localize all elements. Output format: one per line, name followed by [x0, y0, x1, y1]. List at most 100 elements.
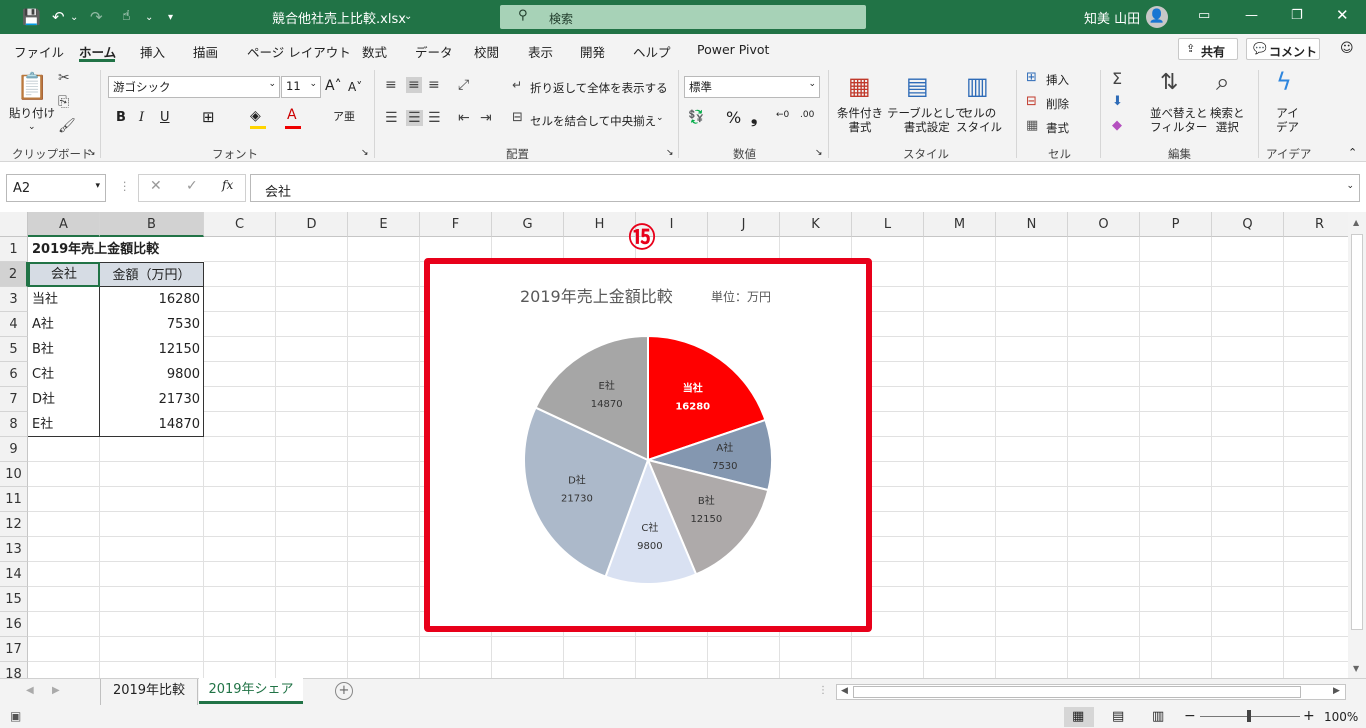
format-cells-button[interactable]: 書式 — [1046, 120, 1069, 136]
decrease-indent-icon[interactable]: ⇤ — [458, 110, 470, 126]
tab-data[interactable]: データ — [415, 42, 453, 61]
row-header[interactable]: 10 — [0, 462, 28, 487]
scroll-thumb[interactable] — [1351, 234, 1363, 630]
row-header[interactable]: 15 — [0, 587, 28, 612]
collapse-ribbon-icon[interactable]: ⌃ — [1348, 146, 1357, 159]
format-table-button[interactable]: テーブルとして 書式設定 — [887, 106, 966, 134]
cell-company[interactable]: B社 — [28, 337, 100, 362]
normal-view-icon[interactable]: ▦ — [1072, 709, 1084, 724]
tab-file[interactable]: ファイル — [14, 42, 64, 61]
row-header[interactable]: 17 — [0, 637, 28, 662]
increase-decimal-icon[interactable]: ←0 — [776, 110, 789, 120]
undo-icon[interactable]: ↶ — [52, 8, 65, 26]
cell-amount[interactable]: 14870 — [100, 412, 204, 437]
ideas-button[interactable]: アイ デア — [1276, 106, 1299, 134]
align-bottom-icon[interactable]: ≡ — [428, 77, 440, 93]
hscroll-thumb[interactable] — [853, 686, 1301, 698]
align-right-icon[interactable]: ☰ — [428, 110, 441, 126]
paste-dropdown-icon[interactable]: ⌄ — [28, 122, 36, 132]
percent-icon[interactable]: % — [726, 108, 741, 127]
column-header[interactable]: E — [348, 212, 420, 237]
font-color-icon[interactable]: A — [287, 107, 297, 123]
header-cell-company[interactable]: 会社 — [28, 262, 100, 287]
cell-amount[interactable]: 12150 — [100, 337, 204, 362]
tab-help[interactable]: ヘルプ — [633, 42, 671, 61]
name-box[interactable]: A2 ▾ — [6, 174, 106, 202]
chevron-down-icon[interactable]: ⌄ — [656, 113, 664, 123]
next-sheet-icon[interactable]: ▶ — [52, 685, 60, 696]
column-header[interactable]: Q — [1212, 212, 1284, 237]
user-name[interactable]: 知美 山田 — [1084, 8, 1140, 27]
column-header[interactable]: R — [1284, 212, 1348, 237]
font-name-select[interactable]: 游ゴシック ⌄ — [108, 76, 280, 98]
decrease-font-icon[interactable]: A˅ — [348, 80, 362, 94]
sort-filter-button[interactable]: 並べ替えと フィルター — [1150, 106, 1208, 134]
prev-sheet-icon[interactable]: ◀ — [26, 685, 34, 696]
cell-company[interactable]: E社 — [28, 412, 100, 437]
customize-qat-icon[interactable]: ▾ — [168, 12, 173, 23]
search-box[interactable]: ⚲ 検索 — [500, 5, 866, 29]
insert-cells-icon[interactable]: ⊞ — [1026, 70, 1037, 85]
row-header[interactable]: 16 — [0, 612, 28, 637]
header-cell-amount[interactable]: 金額（万円） — [100, 262, 204, 287]
add-sheet-icon[interactable]: + — [335, 682, 353, 700]
column-header[interactable]: P — [1140, 212, 1212, 237]
insert-function-icon[interactable]: fx — [222, 178, 233, 192]
row-header[interactable]: 7 — [0, 387, 28, 412]
row-header[interactable]: 18 — [0, 662, 28, 678]
pie-chart[interactable]: 当社 16280 A社 7530 B社 12150 C社 9800 D社 21730 E社 14870… — [424, 258, 872, 632]
tab-formulas[interactable]: 数式 — [362, 42, 387, 61]
alignment-launcher-icon[interactable]: ↘ — [666, 148, 674, 158]
cell-company[interactable]: 当社 — [28, 287, 100, 312]
tab-page-layout[interactable]: ページ レイアウト — [247, 42, 351, 61]
find-select-button[interactable]: 検索と 選択 — [1210, 106, 1245, 134]
tab-split-handle-icon[interactable]: ⋮ — [818, 685, 828, 696]
row-header[interactable]: 11 — [0, 487, 28, 512]
format-cells-icon[interactable]: ▦ — [1026, 118, 1038, 133]
ideas-icon[interactable]: ϟ — [1276, 68, 1292, 96]
save-icon[interactable]: 💾 — [22, 8, 41, 26]
paste-button[interactable]: 貼り付け — [9, 106, 55, 120]
cancel-icon[interactable]: ✕ — [150, 178, 162, 194]
increase-indent-icon[interactable]: ⇥ — [480, 110, 492, 126]
paste-icon[interactable]: 📋 — [16, 72, 48, 102]
tab-insert[interactable]: 挿入 — [140, 42, 165, 61]
bold-icon[interactable]: B — [116, 110, 126, 125]
enter-icon[interactable]: ✓ — [186, 178, 198, 194]
page-break-view-icon[interactable]: ▥ — [1152, 709, 1164, 724]
chart-subtitle[interactable]: 単位：万円 — [711, 289, 771, 304]
format-painter-icon[interactable]: 🖌 — [58, 118, 76, 134]
align-top-icon[interactable]: ≡ — [385, 77, 397, 93]
cell-amount[interactable]: 21730 — [100, 387, 204, 412]
minimize-icon[interactable]: — — [1245, 8, 1258, 23]
cell-amount[interactable]: 7530 — [100, 312, 204, 337]
column-header[interactable]: L — [852, 212, 924, 237]
ribbon-display-icon[interactable]: ▭ — [1198, 8, 1210, 23]
column-header[interactable]: B — [100, 212, 204, 237]
number-launcher-icon[interactable]: ↘ — [815, 148, 823, 158]
scroll-up-icon[interactable]: ▲ — [1353, 218, 1359, 227]
cell-company[interactable]: D社 — [28, 387, 100, 412]
formula-input[interactable]: 会社 ⌄ — [250, 174, 1360, 202]
zoom-level[interactable]: 100% — [1324, 710, 1358, 724]
copy-icon[interactable]: ⎘ — [58, 94, 69, 110]
autosum-icon[interactable]: Σ — [1112, 69, 1122, 88]
restore-icon[interactable]: ❐ — [1291, 8, 1303, 23]
cell-amount[interactable]: 16280 — [100, 287, 204, 312]
zoom-out-icon[interactable]: − — [1184, 708, 1196, 724]
row-header[interactable]: 2 — [0, 262, 28, 287]
row-header[interactable]: 4 — [0, 312, 28, 337]
wrap-text-icon[interactable]: ↵ — [512, 78, 522, 92]
column-header[interactable]: F — [420, 212, 492, 237]
row-header[interactable]: 3 — [0, 287, 28, 312]
row-header[interactable]: 9 — [0, 437, 28, 462]
column-header[interactable]: G — [492, 212, 564, 237]
align-middle-icon[interactable]: ≡ — [406, 77, 422, 93]
find-icon[interactable]: ⌕ — [1216, 68, 1229, 96]
horizontal-scrollbar[interactable]: ◀ ▶ — [836, 684, 1346, 700]
tab-draw[interactable]: 描画 — [193, 42, 218, 61]
phonetic-icon[interactable]: ア亜 — [333, 108, 355, 124]
column-header[interactable]: O — [1068, 212, 1140, 237]
tab-view[interactable]: 表示 — [528, 42, 553, 61]
chart-title[interactable]: 2019年売上金額比較 — [520, 287, 673, 306]
